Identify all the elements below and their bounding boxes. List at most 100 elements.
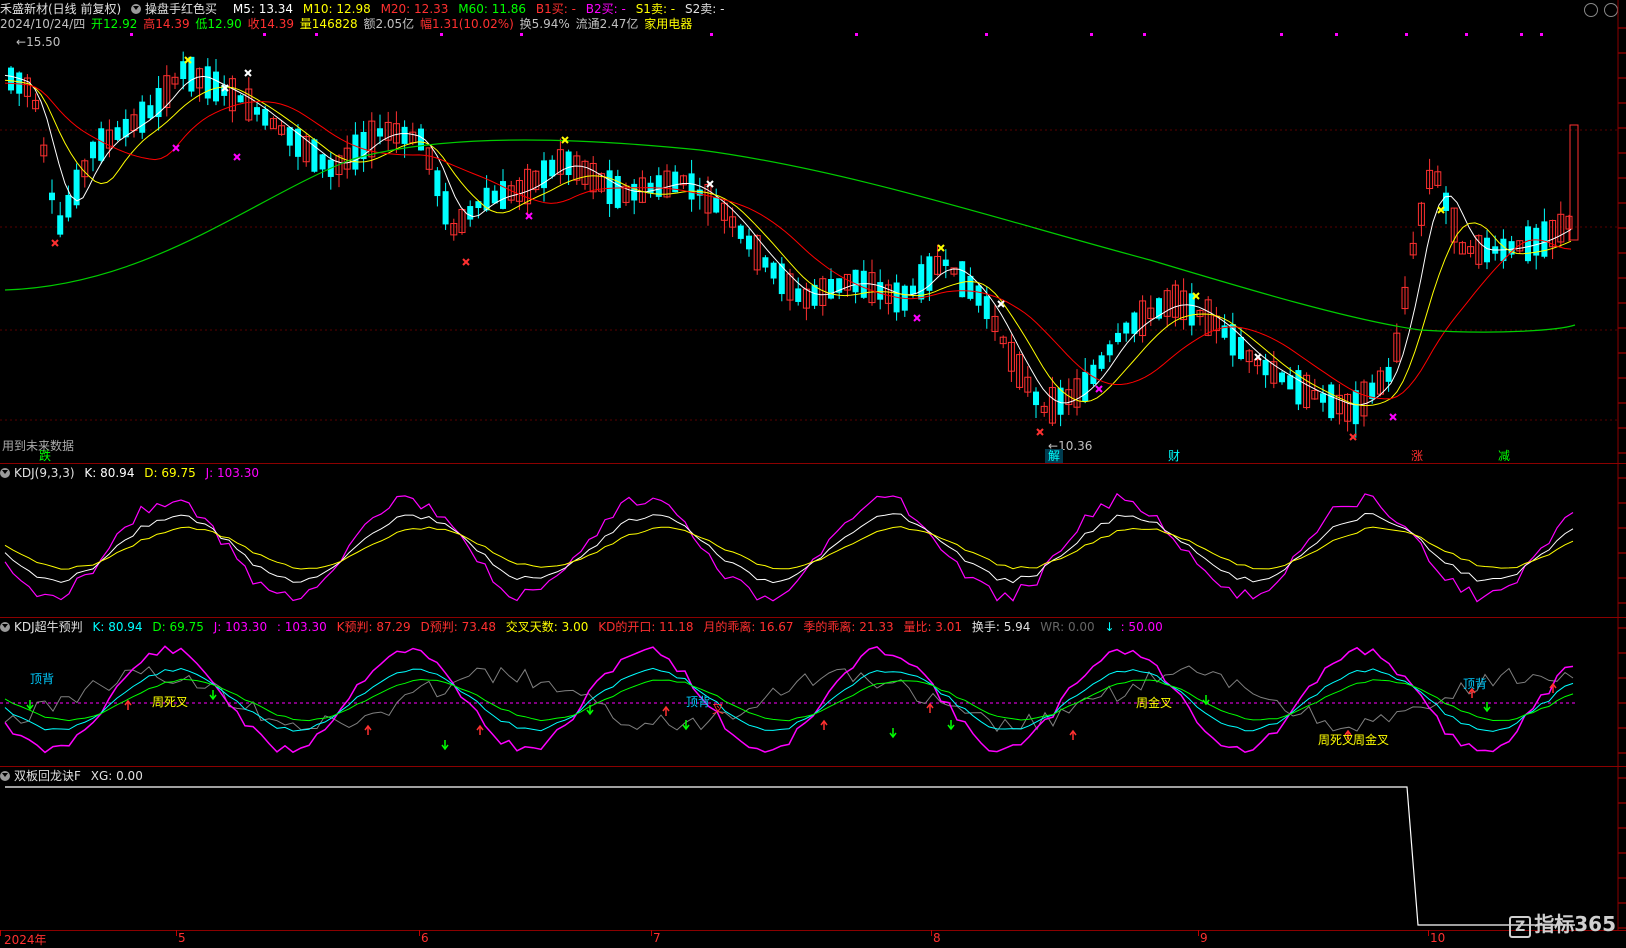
annot-top-div-2: 顶背 <box>686 695 711 709</box>
candle-body <box>213 71 219 102</box>
candle-body <box>254 107 260 115</box>
kdj2-season-dev: 季的乖离: 21.33 <box>803 620 894 634</box>
kdj-header: KDJ(9,3,3) K: 80.94 D: 69.75 J: 103.30 <box>0 464 265 482</box>
candle-body <box>1106 344 1113 356</box>
candle-body <box>65 194 72 218</box>
kdj2-kpred: K预判: 87.29 <box>336 620 411 634</box>
candle-body <box>1484 237 1490 263</box>
candle-body <box>795 288 802 302</box>
sb-name[interactable]: 双板回龙诀F <box>14 769 81 783</box>
candle-body <box>262 108 269 126</box>
candle-body <box>1320 393 1326 403</box>
time-label-may: 5 <box>178 931 186 945</box>
candle-body <box>1131 312 1138 334</box>
kdj-j-line <box>4 492 1574 603</box>
candle-body <box>975 285 982 306</box>
candle-body <box>418 128 424 151</box>
marker-jie: 解 <box>1045 449 1064 463</box>
annot-top-div-3: 顶背 <box>1463 677 1488 691</box>
candle-body <box>762 257 769 268</box>
signal-dot <box>1090 33 1093 36</box>
sb-header: 双板回龙诀F XG: 0.00 <box>0 767 149 785</box>
pane-separator-3[interactable] <box>0 766 1626 767</box>
sb-xg: XG: 0.00 <box>90 769 143 783</box>
kdj2-name[interactable]: KDJ超牛预判 <box>14 620 83 634</box>
candle-body <box>1033 391 1039 406</box>
kdj2-d-line <box>4 678 1574 722</box>
annot-week-gold-1: 周金叉 <box>1136 696 1173 710</box>
candle-body <box>631 183 638 201</box>
candle-body <box>606 170 613 205</box>
signal-dot <box>710 33 713 36</box>
kdj-name[interactable]: KDJ(9,3,3) <box>14 466 75 480</box>
annot-week-gold-2: 周金叉 <box>1353 733 1390 747</box>
candle-body <box>377 128 383 137</box>
watermark-logo: Z 指标365 <box>1509 908 1616 938</box>
candle-body <box>16 72 23 94</box>
xg-line <box>5 786 1575 926</box>
annot-week-dead-2: 周死叉 <box>1318 733 1355 747</box>
kdj2-k-line <box>4 667 1574 732</box>
candle-body <box>942 259 949 266</box>
time-axis[interactable] <box>0 930 1626 948</box>
candle-body <box>1385 366 1392 382</box>
kdj2-wr: WR: 0.00 <box>1040 620 1095 634</box>
candle-body <box>57 215 64 235</box>
candle-body <box>877 282 884 300</box>
logo-mark: Z <box>1509 916 1532 938</box>
kdj2-kd-open: KD的开口: 11.18 <box>598 620 694 634</box>
kdj-dropdown-icon[interactable] <box>0 468 10 478</box>
signal-dot <box>1405 33 1408 36</box>
time-label-sep: 9 <box>1200 931 1208 945</box>
kdj-j: J: 103.30 <box>205 466 259 480</box>
candle-body <box>1115 332 1121 343</box>
candle-body <box>1328 384 1335 419</box>
marker-cai: 财 <box>1168 449 1181 463</box>
candle-body <box>1352 390 1359 425</box>
ma10-line <box>4 79 1572 407</box>
kdj2-dropdown-icon[interactable] <box>0 622 10 632</box>
annot-week-dead: 周死叉 <box>152 695 189 709</box>
candle-body <box>204 66 211 99</box>
candle-body <box>8 67 14 91</box>
time-label-jul: 7 <box>653 931 661 945</box>
signal-dot <box>520 33 523 36</box>
candle-body <box>442 191 449 225</box>
candle-body <box>1098 355 1105 369</box>
candle-body <box>352 134 359 170</box>
candle-body <box>565 151 572 176</box>
candle-body <box>1262 359 1269 376</box>
candle-body <box>180 61 187 80</box>
candle-body <box>90 141 96 159</box>
signal-dot <box>315 33 318 36</box>
candle-body <box>434 170 441 197</box>
kdj-k-line <box>4 512 1574 584</box>
signal-dot <box>1280 33 1283 36</box>
candle-body <box>688 173 695 200</box>
annot-mid: 叉 <box>712 702 725 716</box>
kdj2-header: KDJ超牛预判 K: 80.94 D: 69.75 J: 103.30 : 10… <box>0 618 1175 636</box>
candle-body <box>737 225 744 239</box>
signal-dot <box>985 33 988 36</box>
candle-body <box>467 206 474 220</box>
candle-body <box>1082 371 1089 402</box>
candle-body <box>114 127 121 140</box>
candle-body <box>98 128 105 161</box>
candle-body <box>483 187 490 211</box>
candle-body <box>401 126 408 144</box>
candle-body <box>918 264 925 300</box>
kdj2-j2: : 103.30 <box>276 620 327 634</box>
candle-body <box>1123 322 1130 334</box>
signal-dot <box>855 33 858 36</box>
candle-body <box>49 192 55 201</box>
candle-body <box>549 159 556 177</box>
signal-dot <box>1540 33 1543 36</box>
candle-body <box>491 190 498 204</box>
kdj2-vol-ratio: 量比: 3.01 <box>903 620 963 634</box>
kdj2-turnover: 换手: 5.94 <box>971 620 1031 634</box>
time-label-oct: 10 <box>1430 931 1446 945</box>
candle-body <box>770 262 777 279</box>
candle-body <box>967 275 974 299</box>
candle-body <box>1238 336 1244 360</box>
sb-dropdown-icon[interactable] <box>0 771 10 781</box>
